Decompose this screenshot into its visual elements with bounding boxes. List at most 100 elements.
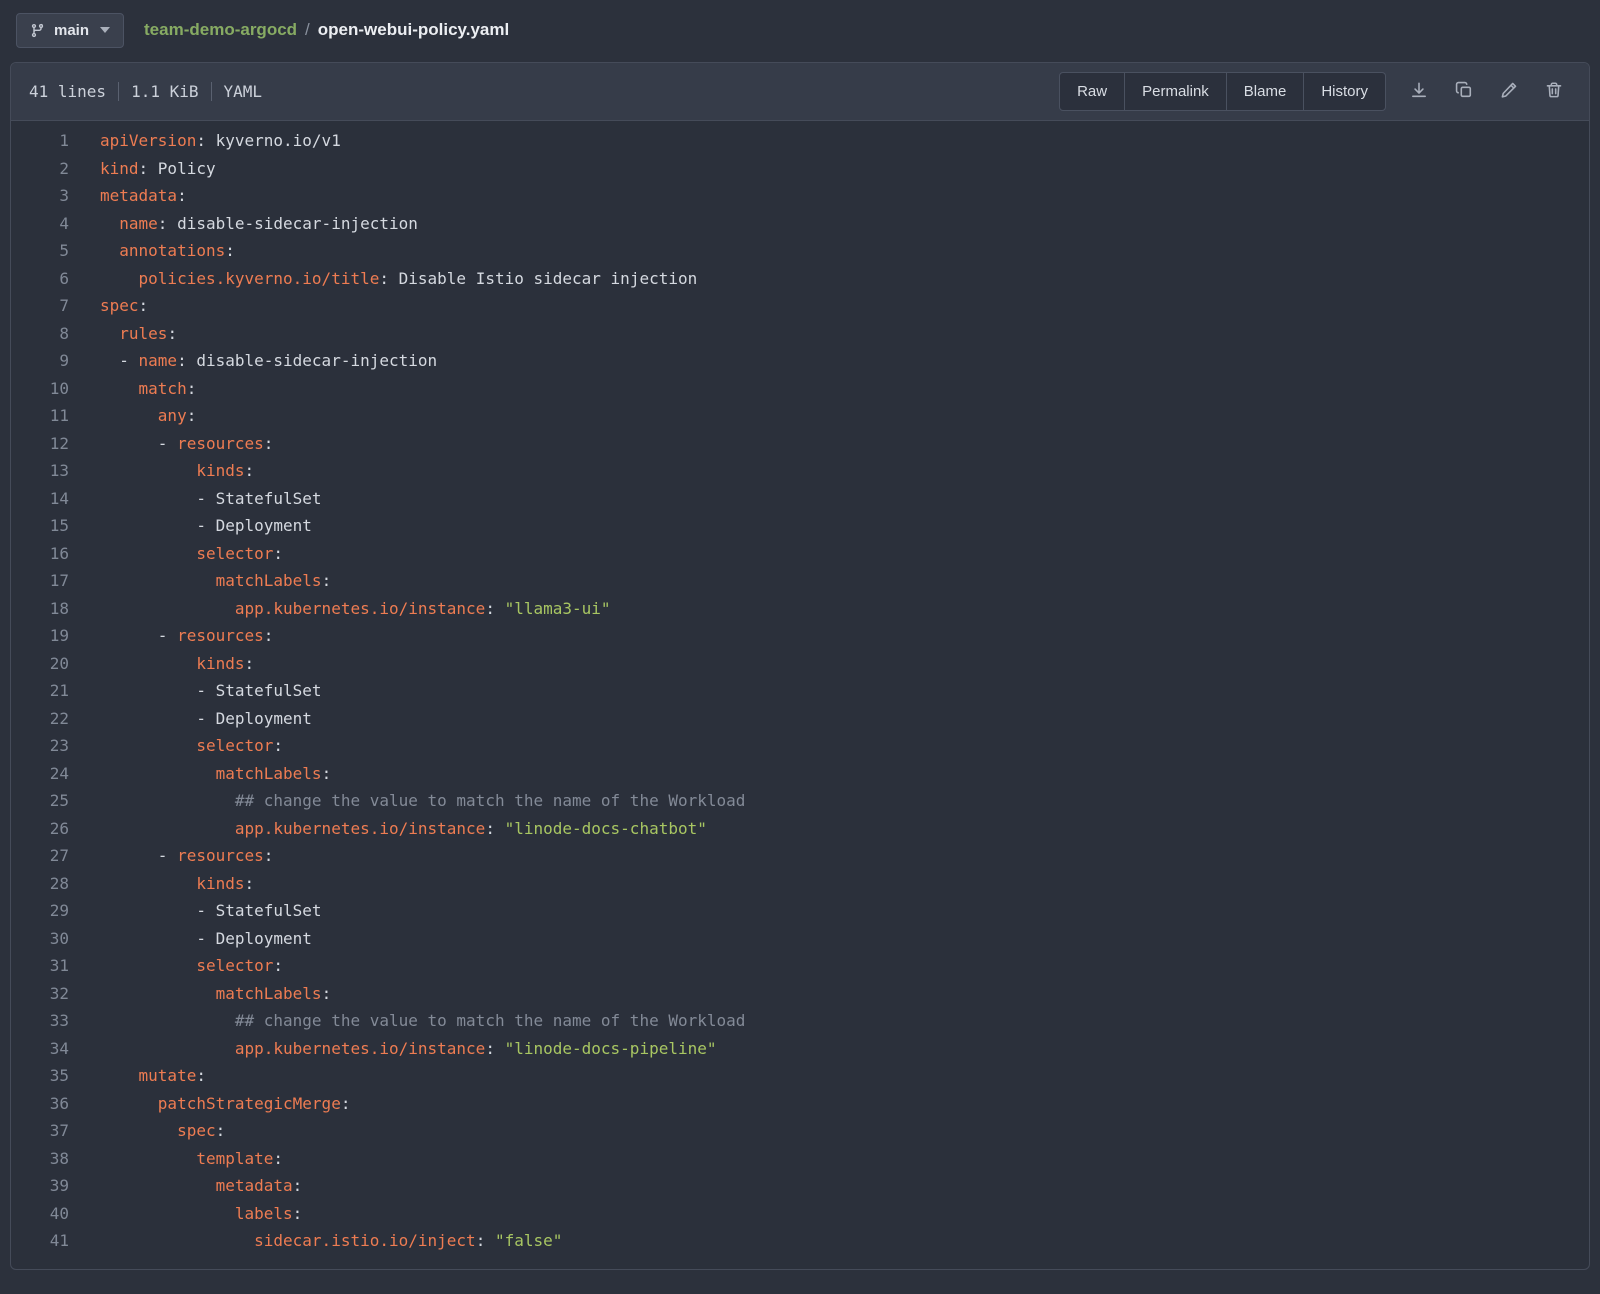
code-line-content: policies.kyverno.io/title: Disable Istio… [69, 265, 697, 293]
line-number[interactable]: 9 [11, 347, 69, 375]
line-number[interactable]: 28 [11, 870, 69, 898]
code-line: 27 - resources: [11, 842, 1589, 870]
code-line-content: - resources: [69, 622, 273, 650]
line-number[interactable]: 2 [11, 155, 69, 183]
line-number[interactable]: 14 [11, 485, 69, 513]
line-number[interactable]: 19 [11, 622, 69, 650]
code-line: 41 sidecar.istio.io/inject: "false" [11, 1227, 1589, 1255]
code-line-content: - resources: [69, 430, 273, 458]
topbar: main team-demo-argocd / open-webui-polic… [0, 0, 1600, 60]
line-number[interactable]: 16 [11, 540, 69, 568]
blame-button[interactable]: Blame [1227, 72, 1305, 111]
line-number[interactable]: 3 [11, 182, 69, 210]
download-button[interactable] [1410, 81, 1428, 102]
line-number[interactable]: 39 [11, 1172, 69, 1200]
line-number[interactable]: 25 [11, 787, 69, 815]
permalink-button[interactable]: Permalink [1125, 72, 1227, 111]
code-line: 28 kinds: [11, 870, 1589, 898]
line-number[interactable]: 12 [11, 430, 69, 458]
line-number[interactable]: 6 [11, 265, 69, 293]
line-number[interactable]: 4 [11, 210, 69, 238]
file-name: open-webui-policy.yaml [318, 20, 509, 40]
code-line: 34 app.kubernetes.io/instance: "linode-d… [11, 1035, 1589, 1063]
code-line-content: ## change the value to match the name of… [69, 1007, 745, 1035]
line-number[interactable]: 13 [11, 457, 69, 485]
code-line-content: - StatefulSet [69, 897, 322, 925]
code-line-content: - StatefulSet [69, 485, 322, 513]
code-line-content: kinds: [69, 650, 254, 678]
copy-button[interactable] [1455, 81, 1473, 102]
chevron-down-icon [100, 27, 110, 33]
edit-icon [1500, 81, 1518, 102]
code-line-content: selector: [69, 540, 283, 568]
line-number[interactable]: 38 [11, 1145, 69, 1173]
code-line-content: app.kubernetes.io/instance: "linode-docs… [69, 1035, 717, 1063]
line-number[interactable]: 31 [11, 952, 69, 980]
code-line: 37 spec: [11, 1117, 1589, 1145]
code-line: 8 rules: [11, 320, 1589, 348]
code-line-content: - Deployment [69, 512, 312, 540]
line-number[interactable]: 7 [11, 292, 69, 320]
line-number[interactable]: 26 [11, 815, 69, 843]
line-number[interactable]: 24 [11, 760, 69, 788]
line-number[interactable]: 21 [11, 677, 69, 705]
line-number[interactable]: 32 [11, 980, 69, 1008]
line-number[interactable]: 30 [11, 925, 69, 953]
line-number[interactable]: 18 [11, 595, 69, 623]
code-line-content: - resources: [69, 842, 273, 870]
line-number[interactable]: 17 [11, 567, 69, 595]
line-number[interactable]: 34 [11, 1035, 69, 1063]
code-line-content: - Deployment [69, 925, 312, 953]
code-line-content: app.kubernetes.io/instance: "linode-docs… [69, 815, 707, 843]
line-number[interactable]: 10 [11, 375, 69, 403]
code-viewer: 1apiVersion: kyverno.io/v12kind: Policy3… [11, 121, 1589, 1269]
edit-button[interactable] [1500, 81, 1518, 102]
history-button[interactable]: History [1304, 72, 1386, 111]
line-number[interactable]: 1 [11, 127, 69, 155]
code-line: 12 - resources: [11, 430, 1589, 458]
line-number[interactable]: 23 [11, 732, 69, 760]
code-line-content: matchLabels: [69, 980, 331, 1008]
line-number[interactable]: 11 [11, 402, 69, 430]
copy-icon [1455, 81, 1473, 102]
file-view: 41 lines 1.1 KiB YAML RawPermalinkBlameH… [10, 62, 1590, 1270]
branch-selector[interactable]: main [16, 13, 124, 48]
code-line: 6 policies.kyverno.io/title: Disable Ist… [11, 265, 1589, 293]
breadcrumb-separator: / [305, 20, 310, 40]
line-number[interactable]: 8 [11, 320, 69, 348]
code-line: 10 match: [11, 375, 1589, 403]
line-number[interactable]: 29 [11, 897, 69, 925]
line-number[interactable]: 33 [11, 1007, 69, 1035]
line-number[interactable]: 40 [11, 1200, 69, 1228]
code-line: 11 any: [11, 402, 1589, 430]
line-number[interactable]: 37 [11, 1117, 69, 1145]
code-line-content: annotations: [69, 237, 235, 265]
line-number[interactable]: 15 [11, 512, 69, 540]
line-number[interactable]: 36 [11, 1090, 69, 1118]
code-line: 31 selector: [11, 952, 1589, 980]
divider [211, 82, 212, 101]
code-line-content: match: [69, 375, 196, 403]
code-line: 2kind: Policy [11, 155, 1589, 183]
code-line-content: - name: disable-sidecar-injection [69, 347, 437, 375]
code-line: 26 app.kubernetes.io/instance: "linode-d… [11, 815, 1589, 843]
code-line-content: - Deployment [69, 705, 312, 733]
line-number[interactable]: 35 [11, 1062, 69, 1090]
code-line-content: kind: Policy [69, 155, 216, 183]
line-number[interactable]: 5 [11, 237, 69, 265]
delete-icon [1545, 81, 1563, 102]
line-number[interactable]: 22 [11, 705, 69, 733]
code-line-content: ## change the value to match the name of… [69, 787, 745, 815]
code-line: 3metadata: [11, 182, 1589, 210]
line-number[interactable]: 41 [11, 1227, 69, 1255]
file-action-buttons: RawPermalinkBlameHistory [1059, 72, 1386, 111]
file-info: 41 lines 1.1 KiB YAML [29, 82, 262, 101]
code-line: 15 - Deployment [11, 512, 1589, 540]
line-number[interactable]: 27 [11, 842, 69, 870]
repo-link[interactable]: team-demo-argocd [144, 20, 297, 40]
delete-button[interactable] [1545, 81, 1563, 102]
code-line: 29 - StatefulSet [11, 897, 1589, 925]
code-line: 5 annotations: [11, 237, 1589, 265]
raw-button[interactable]: Raw [1059, 72, 1125, 111]
line-number[interactable]: 20 [11, 650, 69, 678]
